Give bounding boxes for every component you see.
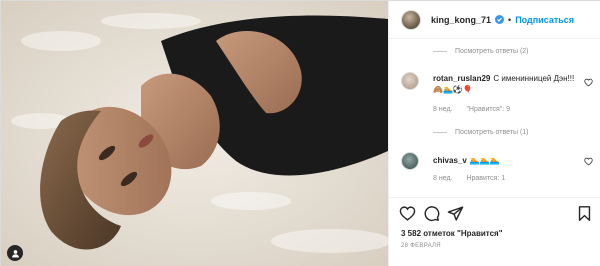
comment-meta: 8 нед. "Нравится": 9	[433, 106, 522, 113]
view-replies-label: Посмотреть ответы (2)	[455, 48, 529, 55]
share-icon[interactable]	[447, 205, 464, 222]
author-username[interactable]: king_kong_71	[431, 15, 491, 25]
view-replies-button[interactable]: Посмотреть ответы (2)	[433, 48, 529, 55]
author-avatar[interactable]	[401, 9, 421, 30]
comment-icon[interactable]	[423, 205, 440, 222]
comment-time[interactable]: 8 нед.	[433, 175, 452, 182]
view-replies-label: Посмотреть ответы (1)	[455, 129, 529, 136]
comment-likes[interactable]: Нравится: 1	[466, 175, 505, 182]
comment-like-icon[interactable]	[584, 78, 593, 87]
replies-line	[433, 132, 447, 133]
comment-item: rotan_ruslan29 С именинницей Дэн!!!🙈🏊⚽🎈 8…	[401, 72, 597, 118]
bookmark-icon[interactable]	[576, 205, 593, 222]
view-replies-button[interactable]: Посмотреть ответы (1)	[433, 129, 529, 136]
comment-item: chivas_v 🏊🏊🏊 8 нед. Нравится: 1	[401, 152, 597, 192]
post-date[interactable]: 28 ФЕВРАЛЯ	[401, 243, 441, 249]
comment-likes[interactable]: "Нравится": 9	[466, 106, 510, 113]
heart-icon[interactable]	[399, 205, 416, 222]
comment-like-icon[interactable]	[584, 157, 593, 166]
comment-username[interactable]: chivas_v	[433, 156, 467, 165]
comment-avatar[interactable]	[401, 152, 419, 170]
replies-line	[433, 51, 447, 52]
instagram-post: king_kong_71 • Подписаться Посмотреть от…	[0, 0, 600, 266]
comment-avatar[interactable]	[401, 72, 419, 90]
comments-list: Посмотреть ответы (2) rotan_ruslan29 С им…	[389, 40, 600, 196]
tagged-users-button[interactable]	[7, 245, 23, 261]
comment-time[interactable]: 8 нед.	[433, 106, 452, 113]
verified-badge-icon	[495, 15, 505, 24]
comment-text-block: rotan_ruslan29 С именинницей Дэн!!!🙈🏊⚽🎈	[433, 73, 577, 95]
header-separator: •	[508, 14, 512, 25]
comment-meta: 8 нед. Нравится: 1	[433, 175, 517, 182]
post-actions: 3 582 отметок "Нравится" 28 ФЕВРАЛЯ	[389, 197, 600, 266]
likes-count[interactable]: 3 582 отметок "Нравится"	[401, 229, 503, 238]
comment-text: 🏊🏊🏊	[469, 156, 500, 165]
comment-text-block: chivas_v 🏊🏊🏊	[433, 155, 577, 166]
action-icons	[399, 205, 464, 222]
post-header: king_kong_71 • Подписаться	[389, 1, 600, 39]
post-side-panel: king_kong_71 • Подписаться Посмотреть от…	[388, 1, 600, 266]
post-photo[interactable]	[1, 1, 388, 266]
follow-button[interactable]: Подписаться	[515, 15, 574, 25]
user-icon	[11, 249, 19, 258]
photo-illustration	[1, 1, 388, 266]
comment-username[interactable]: rotan_ruslan29	[433, 74, 490, 83]
